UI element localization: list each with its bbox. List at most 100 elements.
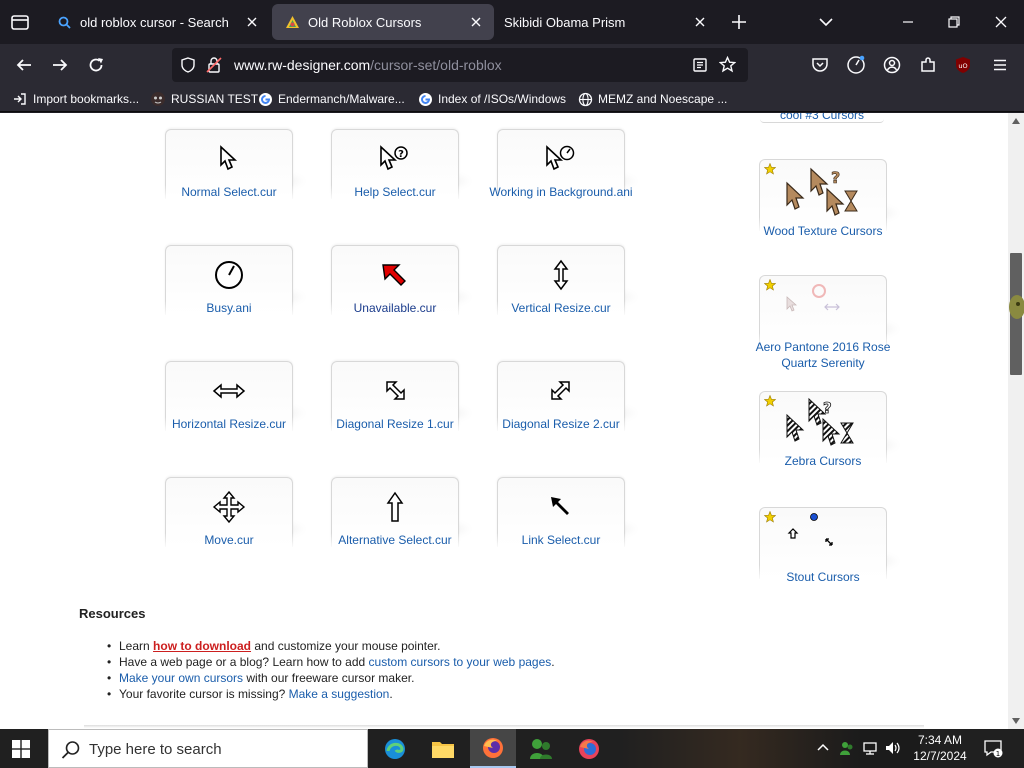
taskbar-file-explorer[interactable] [420, 729, 466, 768]
shield-icon[interactable] [180, 57, 196, 73]
firefox-view-icon[interactable] [10, 12, 30, 32]
mask-icon [150, 91, 166, 107]
bookmark-isos[interactable]: Index of /ISOs/Windows [417, 90, 566, 108]
make-your-own-cursors-link[interactable]: Make your own cursors [119, 671, 243, 685]
close-tab-icon[interactable] [468, 14, 484, 30]
windows-start-icon[interactable] [12, 740, 30, 758]
taskbar-messenger[interactable] [518, 729, 564, 768]
cursor-card-move[interactable]: Move.cur [163, 477, 313, 573]
google-icon [257, 91, 273, 107]
horizontal-resize-icon [212, 383, 246, 399]
tab-search[interactable]: old roblox cursor - Search [44, 4, 270, 40]
zebra-cursors-icon: ? [786, 397, 854, 446]
search-icon [56, 14, 72, 30]
svg-text:uO: uO [958, 62, 967, 70]
bookmarks-toolbar: Import bookmarks... RUSSIAN TEST Enderma… [0, 86, 1024, 112]
page-content: cool #3 Cursors Normal Select.cur ? Help… [0, 113, 1008, 729]
system-clock[interactable]: 7:34 AM 12/7/2024 [906, 732, 974, 764]
star-icon [764, 163, 776, 175]
rw-designer-icon [284, 14, 300, 30]
tab-skibidi[interactable]: Skibidi Obama Prism [496, 4, 718, 40]
cursor-set-zebra[interactable]: ? Zebra Cursors [757, 391, 907, 501]
firefox-dev-icon [579, 738, 599, 759]
tab-title: old roblox cursor - Search [80, 14, 229, 30]
svg-text:?: ? [398, 149, 404, 160]
forward-arrow-icon[interactable] [50, 55, 70, 75]
vertical-resize-icon [553, 259, 569, 291]
bookmark-memz[interactable]: MEMZ and Noescape ... [577, 90, 727, 108]
chevron-down-icon[interactable] [818, 14, 834, 30]
timer-extension-icon[interactable] [846, 55, 866, 75]
taskbar-firefox-dev[interactable] [566, 729, 612, 768]
restore-icon[interactable] [946, 14, 962, 30]
navigation-toolbar: www.rw-designer.com/cursor-set/old-roblo… [0, 44, 1024, 86]
bookmark-russian-test[interactable]: RUSSIAN TEST [150, 90, 258, 108]
cursor-card-vertical-resize[interactable]: Vertical Resize.cur [495, 245, 645, 341]
scroll-down-arrow-icon[interactable] [1008, 715, 1024, 727]
cursor-card-link-select[interactable]: Link Select.cur [495, 477, 645, 573]
new-tab-icon[interactable] [730, 13, 748, 31]
back-arrow-icon[interactable] [14, 55, 34, 75]
cursor-card-diagonal-resize-1[interactable]: Diagonal Resize 1.cur [329, 361, 479, 457]
close-tab-icon[interactable] [244, 14, 260, 30]
edge-icon [385, 738, 405, 759]
people-tray-icon[interactable] [838, 739, 856, 757]
lock-warning-icon[interactable] [206, 56, 222, 74]
tab-strip: old roblox cursor - Search Old Roblox Cu… [0, 0, 1024, 44]
reload-icon[interactable] [86, 55, 106, 75]
cursor-card-alternative-select[interactable]: Alternative Select.cur [329, 477, 479, 573]
cursor-card-horizontal-resize[interactable]: Horizontal Resize.cur [163, 361, 313, 457]
taskbar-edge[interactable] [372, 729, 418, 768]
tab-title: Old Roblox Cursors [308, 14, 422, 30]
extensions-puzzle-icon[interactable] [918, 55, 938, 75]
resources-heading: Resources [79, 606, 146, 621]
google-icon [417, 91, 433, 107]
ublock-origin-icon[interactable]: uO [953, 55, 973, 75]
bookmark-import[interactable]: Import bookmarks... [12, 90, 139, 108]
custom-cursors-web-pages-link[interactable]: custom cursors to your web pages [369, 655, 552, 669]
window-close-icon[interactable] [993, 14, 1009, 30]
svg-text:?: ? [831, 168, 840, 187]
how-to-download-link[interactable]: how to download [153, 639, 251, 653]
move-cursor-icon [212, 491, 246, 524]
taskbar-firefox[interactable] [470, 729, 516, 768]
minimize-icon[interactable] [900, 14, 916, 30]
close-tab-icon[interactable] [692, 14, 708, 30]
cursor-card-diagonal-resize-2[interactable]: Diagonal Resize 2.cur [495, 361, 645, 457]
cursor-card-busy[interactable]: Busy.ani [163, 245, 313, 341]
file-explorer-icon [432, 741, 454, 758]
notification-icon[interactable]: 1 [983, 738, 1003, 758]
volume-icon[interactable] [884, 739, 902, 757]
list-item: Your favorite cursor is missing? Make a … [107, 686, 555, 702]
star-icon [764, 395, 776, 407]
cursor-set-link-partial[interactable]: cool #3 Cursors [760, 113, 884, 122]
pocket-icon[interactable] [810, 55, 830, 75]
cursor-card-unavailable[interactable]: Unavailable.cur [329, 245, 479, 341]
make-a-suggestion-link[interactable]: Make a suggestion [289, 687, 390, 701]
chevron-up-icon[interactable] [814, 739, 832, 757]
bookmark-endermanch[interactable]: Endermanch/Malware... [257, 90, 405, 108]
star-bookmark-icon[interactable] [719, 56, 736, 73]
diagonal-resize-2-icon [551, 381, 570, 400]
account-icon[interactable] [882, 55, 902, 75]
taskbar-search-box[interactable]: Type here to search [48, 729, 368, 768]
stout-cursors-icon [787, 513, 833, 546]
cursor-card-working-background[interactable]: Working in Background.ani [489, 129, 645, 225]
cursor-set-stout[interactable]: Stout Cursors [757, 507, 907, 617]
address-bar[interactable]: www.rw-designer.com/cursor-set/old-roblo… [172, 48, 748, 82]
hamburger-menu-icon[interactable] [990, 55, 1010, 75]
side-widget-icon [1009, 295, 1024, 319]
reader-view-icon[interactable] [692, 57, 708, 73]
search-placeholder: Type here to search [89, 741, 222, 758]
cursor-card-normal-select[interactable]: Normal Select.cur [163, 129, 313, 225]
search-icon [61, 741, 80, 759]
tab-old-roblox-cursors[interactable]: Old Roblox Cursors [272, 4, 494, 40]
scroll-up-arrow-icon[interactable] [1008, 115, 1024, 127]
cursor-set-wood-texture[interactable]: ? Wood Texture Cursors [757, 159, 907, 269]
busy-cursor-icon [215, 261, 243, 289]
cursor-card-help-select[interactable]: ? Help Select.cur [329, 129, 479, 225]
cursor-set-aero-pantone[interactable]: Aero Pantone 2016 Rose Quartz Serenity [756, 275, 907, 385]
url-text: www.rw-designer.com/cursor-set/old-roblo… [234, 57, 502, 73]
vertical-scrollbar[interactable] [1008, 113, 1024, 729]
network-icon[interactable] [862, 739, 880, 757]
